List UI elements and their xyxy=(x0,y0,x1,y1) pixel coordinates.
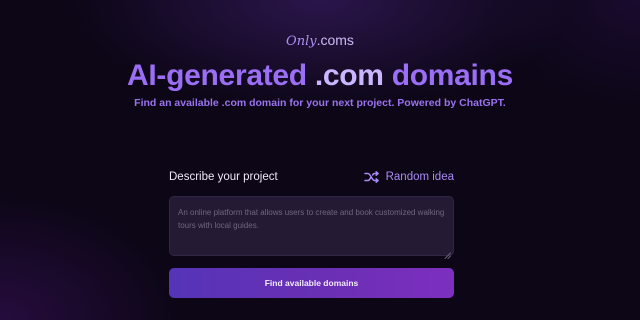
domain-form: Describe your project Random idea Fin xyxy=(169,166,454,298)
headline-accent: .com xyxy=(314,59,384,92)
brand-logo[interactable]: Only.coms xyxy=(0,30,640,52)
shuffle-icon xyxy=(363,171,380,183)
headline-part-1: AI-generated xyxy=(127,59,315,92)
find-domains-button[interactable]: Find available domains xyxy=(169,268,454,298)
logo-suffix: .coms xyxy=(316,32,354,48)
resize-handle-icon[interactable] xyxy=(444,246,451,259)
project-description-input[interactable] xyxy=(170,197,453,255)
form-header-row: Describe your project Random idea xyxy=(169,166,454,188)
logo-script: Only xyxy=(286,34,317,49)
random-idea-button[interactable]: Random idea xyxy=(363,171,454,183)
headline-part-2: domains xyxy=(383,59,514,92)
page-headline: AI-generated .com domains xyxy=(0,58,640,94)
page-subtitle: Find an available .com domain for your n… xyxy=(134,97,506,109)
project-description-field xyxy=(169,196,454,259)
random-idea-label: Random idea xyxy=(385,171,454,183)
project-description-label: Describe your project xyxy=(169,171,278,183)
